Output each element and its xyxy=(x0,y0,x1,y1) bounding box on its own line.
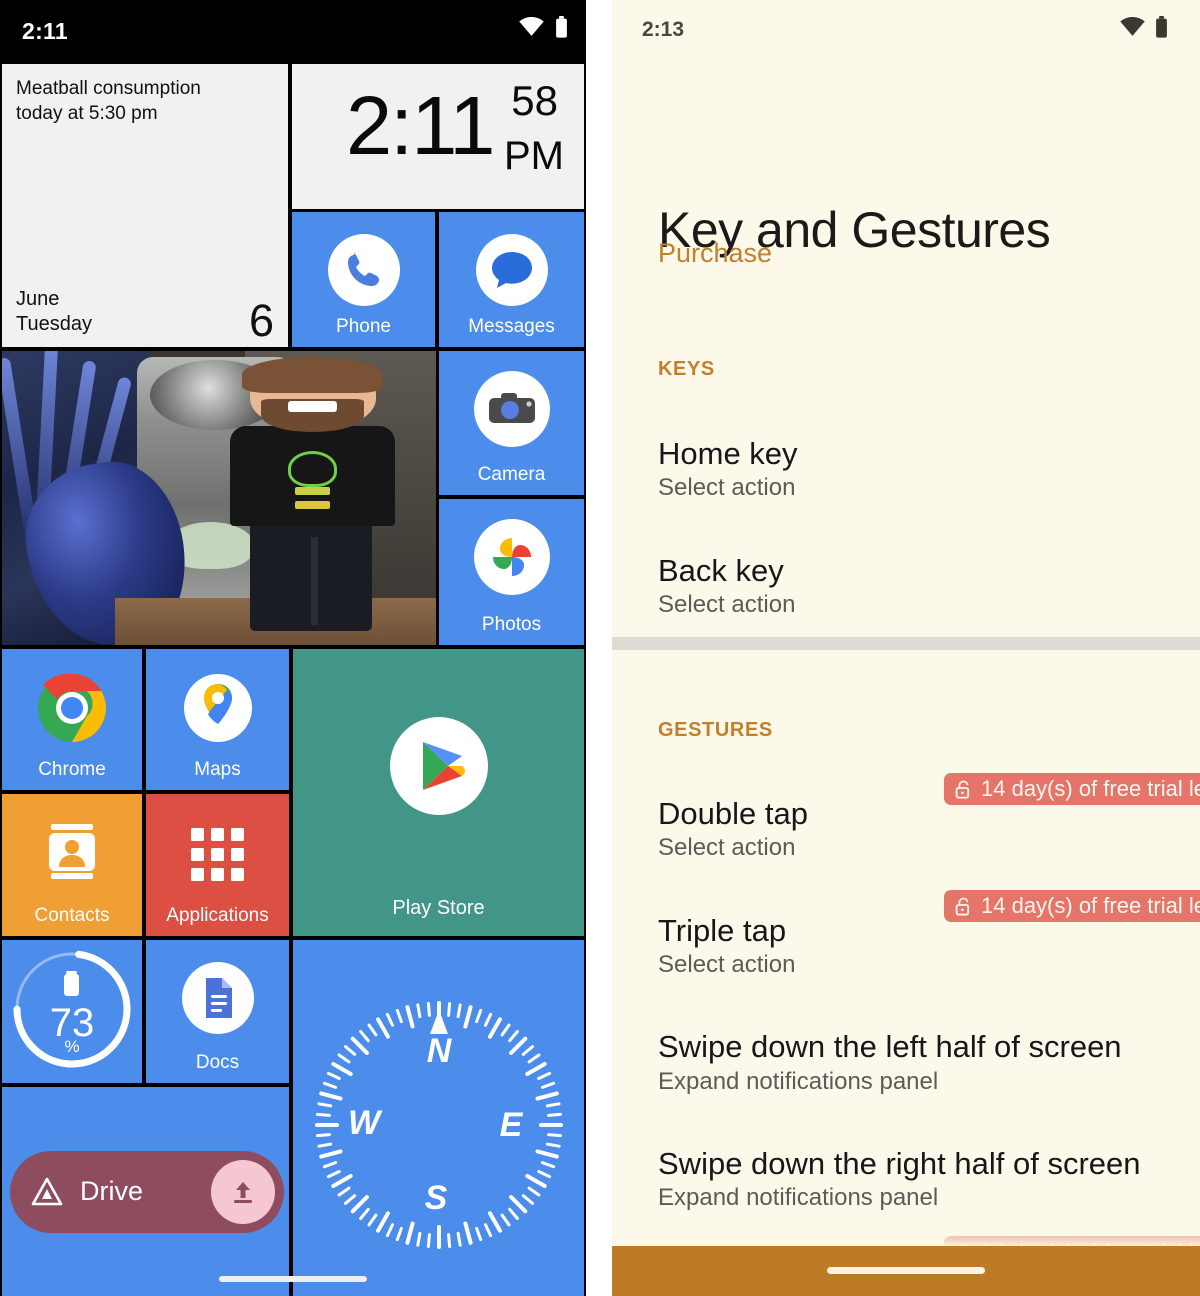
row-title: Home key xyxy=(658,436,798,471)
tile-label: Chrome xyxy=(38,759,106,780)
chrome-icon xyxy=(38,673,106,742)
wifi-icon xyxy=(1120,17,1145,36)
trial-badge[interactable]: 14 day(s) of free trial left xyxy=(944,773,1200,805)
tile-photos[interactable]: Photos xyxy=(439,499,584,645)
tile-label: Contacts xyxy=(34,905,110,926)
calendar-event: Meatball consumption today at 5:30 pm xyxy=(16,78,201,124)
calendar-month: June xyxy=(16,288,60,310)
photo-bobblehead xyxy=(219,357,410,636)
tile-phone[interactable]: Phone xyxy=(292,212,435,347)
tile-label: Messages xyxy=(468,316,555,337)
row-title: Back key xyxy=(658,553,784,588)
status-time: 2:13 xyxy=(642,18,685,41)
tile-messages[interactable]: Messages xyxy=(439,212,584,347)
status-icons xyxy=(518,16,568,38)
tile-maps[interactable]: Maps xyxy=(146,649,289,790)
row-subtitle: Select action xyxy=(658,951,796,978)
right-status-bar: 2:13 xyxy=(612,0,1200,62)
row-title: Double tap xyxy=(658,796,808,831)
drive-label: Drive xyxy=(80,1176,144,1206)
row-title: Swipe down the right half of screen xyxy=(658,1146,1141,1181)
calendar-widget[interactable]: Meatball consumption today at 5:30 pm Ju… xyxy=(2,64,288,347)
drive-widget[interactable]: Drive xyxy=(2,1087,289,1296)
tile-label: Phone xyxy=(336,316,391,337)
photo-widget[interactable] xyxy=(2,351,436,645)
trial-badge-label: 14 day(s) of free trial left xyxy=(981,893,1200,918)
clock-widget[interactable]: 2:11 58 PM xyxy=(292,64,584,209)
section-header-keys: KEYS xyxy=(658,358,715,380)
gesture-pill[interactable] xyxy=(827,1267,985,1274)
maps-icon xyxy=(183,674,252,742)
compass-w: W xyxy=(347,1104,382,1142)
drive-icon xyxy=(31,1177,63,1205)
app-grid-icon xyxy=(190,828,244,881)
trial-badge-label: 14 day(s) of free trial left xyxy=(981,776,1200,801)
tile-docs[interactable]: Docs xyxy=(146,940,289,1083)
unlock-icon xyxy=(955,780,970,799)
unlock-icon xyxy=(955,897,970,916)
row-subtitle: Select action xyxy=(658,834,796,861)
row-subtitle: Select action xyxy=(658,474,796,501)
battery-unit: % xyxy=(64,1037,80,1057)
row-subtitle: Expand notifications panel xyxy=(658,1184,939,1211)
row-title: Swipe down the left half of screen xyxy=(658,1029,1122,1064)
row-subtitle: Expand notifications panel xyxy=(658,1068,939,1095)
clock-ampm: PM xyxy=(504,134,564,178)
phone-icon xyxy=(327,234,400,306)
tile-label: Photos xyxy=(481,614,542,635)
docs-icon xyxy=(181,962,254,1034)
compass-dial-icon: N E S W xyxy=(314,1001,563,1250)
right-phone-screen: 2:13 Key and Gestures Purchase KEYS Home… xyxy=(612,0,1200,1296)
photos-icon xyxy=(473,519,550,595)
messages-icon xyxy=(475,234,548,306)
play-store-icon xyxy=(389,717,488,815)
row-subtitle: Select action xyxy=(658,591,796,618)
screenshot-root: 2:11 Meatball consumption today at 5:30 … xyxy=(0,0,1200,1296)
battery-icon xyxy=(1156,16,1167,38)
tile-label: Docs xyxy=(195,1052,240,1073)
camera-icon xyxy=(473,371,550,447)
tile-label: Applications xyxy=(166,905,269,926)
row-title: Triple tap xyxy=(658,913,787,948)
tile-applications[interactable]: Applications xyxy=(146,794,289,936)
contacts-icon xyxy=(49,824,95,879)
tile-chrome[interactable]: Chrome xyxy=(2,649,142,790)
drive-upload-button[interactable] xyxy=(211,1159,275,1224)
status-icons xyxy=(1119,16,1168,38)
battery-icon xyxy=(556,16,567,38)
battery-widget[interactable]: 73 % xyxy=(2,940,142,1083)
tile-contacts[interactable]: Contacts xyxy=(2,794,142,936)
tile-label: Camera xyxy=(477,464,546,485)
upload-icon xyxy=(234,1181,252,1203)
tile-label: Maps xyxy=(194,759,241,780)
compass-n: N xyxy=(426,1032,452,1070)
calendar-weekday: Tuesday xyxy=(16,313,92,335)
tile-camera[interactable]: Camera xyxy=(439,351,584,495)
clock-seconds: 58 xyxy=(511,77,558,124)
left-phone-screen: 2:11 Meatball consumption today at 5:30 … xyxy=(0,0,586,1296)
tile-label: Play Store xyxy=(392,897,485,919)
section-header-gestures: GESTURES xyxy=(658,719,773,741)
tile-play-store[interactable]: Play Store xyxy=(293,649,584,936)
purchase-link[interactable]: Purchase xyxy=(658,238,772,269)
section-divider xyxy=(612,637,1200,650)
compass-widget[interactable]: N E S W xyxy=(293,940,584,1296)
compass-e: E xyxy=(499,1106,523,1144)
status-time: 2:11 xyxy=(22,18,68,44)
compass-s: S xyxy=(424,1179,447,1217)
left-status-bar: 2:11 xyxy=(0,0,586,62)
wifi-icon xyxy=(519,17,544,36)
scroll-fade xyxy=(612,1220,1200,1246)
calendar-day-number: 6 xyxy=(248,295,274,346)
clock-time: 2:11 xyxy=(346,79,495,172)
trial-badge[interactable]: 14 day(s) of free trial left xyxy=(944,890,1200,922)
drive-chip[interactable]: Drive xyxy=(10,1150,284,1233)
